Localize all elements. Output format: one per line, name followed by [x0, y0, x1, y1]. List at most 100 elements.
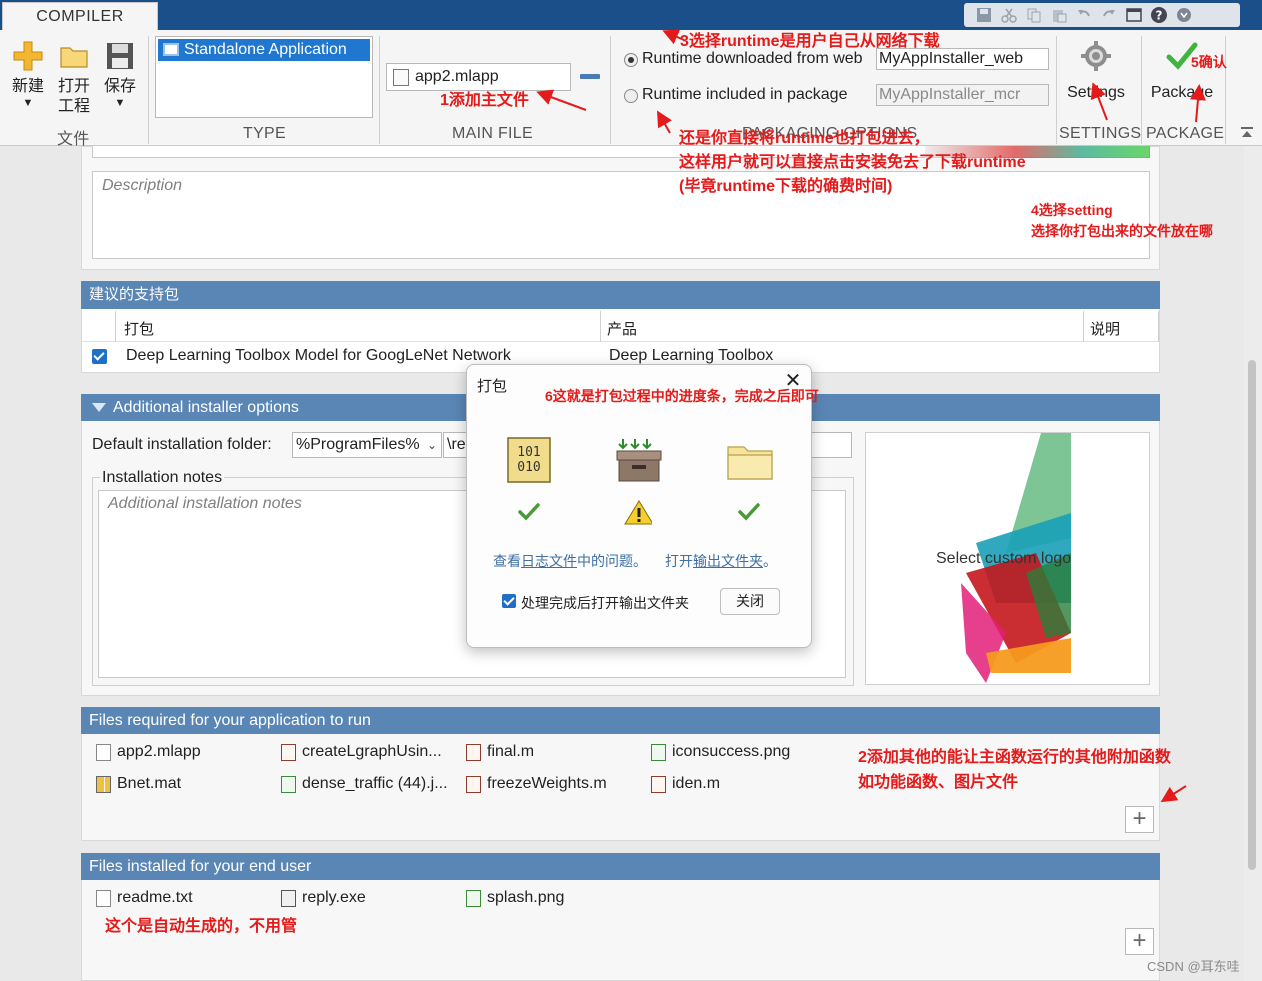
tab-compiler[interactable]: COMPILER	[2, 2, 158, 32]
image-file-icon	[651, 744, 666, 761]
file-item[interactable]: iden.m	[648, 774, 720, 794]
file-item[interactable]: iconsuccess.png	[648, 742, 790, 762]
save-label: 保存	[103, 78, 136, 95]
column-divider	[600, 311, 601, 342]
annotation-step6: 6这就是打包过程中的进度条，完成之后即可	[545, 388, 819, 404]
new-button[interactable]: 新建 ▼	[6, 40, 50, 109]
svg-text:101: 101	[517, 445, 540, 460]
save-button[interactable]: 保存 ▼	[98, 40, 142, 109]
success-check-icon	[518, 503, 540, 521]
runtime-web-radio[interactable]	[624, 53, 638, 67]
runtime-package-label: Runtime included in package	[642, 86, 848, 103]
divider	[1141, 36, 1142, 144]
annotation-step2-line1: 2添加其他的能让主函数运行的其他附加函数	[858, 749, 1171, 766]
dialog-title: 打包	[477, 378, 508, 395]
custom-logo-label: Select custom logo	[936, 550, 1072, 567]
help-icon[interactable]: ?	[1149, 5, 1169, 25]
plus-icon: +	[1132, 805, 1147, 832]
open-project-button[interactable]: 打开 工程	[52, 40, 96, 117]
installer-options-title: Additional installer options	[113, 399, 299, 416]
annotation-step4-line2: 选择你打包出来的文件放在哪	[1031, 223, 1213, 239]
script-file-icon	[466, 744, 481, 761]
packaging-progress-dialog: 打包 ✕ 101 010 查看日志文件中的问题。 打开输出文件夹。 处理完成后打…	[466, 364, 812, 648]
annotation-step5: 5确认	[1191, 54, 1227, 70]
column-divider	[1083, 311, 1084, 342]
image-file-icon	[281, 776, 296, 793]
mlapp-file-icon	[96, 744, 111, 761]
column-header-package[interactable]: 打包	[124, 318, 154, 339]
file-item[interactable]: reply.exe	[278, 888, 366, 908]
application-type-list[interactable]: Standalone Application	[155, 36, 373, 118]
mcr-installer-name-input[interactable]: MyAppInstaller_mcr	[876, 84, 1049, 106]
view-log-link[interactable]: 查看日志文件中的问题。	[493, 551, 647, 571]
expand-toolbar-icon[interactable]	[1174, 5, 1194, 25]
add-required-file-button[interactable]: +	[1125, 806, 1154, 833]
undo-icon[interactable]	[1074, 5, 1094, 25]
main-file-field[interactable]: app2.mlapp	[386, 63, 571, 91]
binary-compile-icon: 101 010	[507, 437, 551, 483]
ribbon: 新建 ▼ 打开 工程 保存 ▼ 文件 Standalone Applicatio…	[0, 30, 1262, 148]
save-icon[interactable]	[974, 5, 994, 25]
file-item[interactable]: splash.png	[463, 888, 564, 908]
paste-icon[interactable]	[1049, 5, 1069, 25]
support-package-product: Deep Learning Toolbox	[609, 347, 774, 364]
annotation-bundle-line1: 还是你直接将runtime也打包进去，	[679, 130, 930, 147]
output-folder-icon	[727, 446, 773, 480]
remove-main-file-button[interactable]	[580, 74, 600, 79]
description-field[interactable]: Description	[92, 171, 1150, 259]
function-file-icon	[281, 744, 296, 761]
open-folder-icon	[60, 47, 88, 68]
file-item[interactable]: app2.mlapp	[93, 742, 201, 762]
install-folder-select[interactable]: %ProgramFiles% ⌄	[292, 432, 442, 458]
column-header-product[interactable]: 产品	[607, 318, 637, 339]
open-folder-when-done-label: 处理完成后打开输出文件夹	[521, 595, 689, 611]
cut-icon[interactable]	[999, 5, 1019, 25]
file-item[interactable]: dense_traffic (44).j...	[278, 774, 448, 794]
annotation-bundle-line2: 这样用户就可以直接点击安装免去了下载runtime	[679, 154, 1026, 171]
settings-label: Settings	[1067, 84, 1125, 101]
runtime-package-radio[interactable]	[624, 89, 638, 103]
divider	[610, 36, 611, 144]
exe-file-icon	[281, 890, 296, 907]
divider	[379, 36, 380, 144]
annotation-step3: 3选择runtime是用户自己从网络下载	[680, 33, 940, 50]
file-item[interactable]: createLgraphUsin...	[278, 742, 442, 762]
switch-windows-icon[interactable]	[1124, 5, 1144, 25]
new-dropdown-icon[interactable]: ▼	[6, 97, 50, 109]
open-output-folder-link[interactable]: 打开输出文件夹。	[665, 551, 777, 571]
open-folder-when-done-checkbox[interactable]	[502, 594, 516, 608]
type-item-standalone[interactable]: Standalone Application	[158, 39, 370, 61]
type-section-label: TYPE	[243, 125, 286, 142]
add-installed-file-button[interactable]: +	[1125, 928, 1154, 955]
divider	[148, 36, 149, 144]
main-file-section-label: MAIN FILE	[452, 125, 533, 142]
save-disk-icon	[107, 43, 133, 69]
file-item[interactable]: final.m	[463, 742, 534, 762]
divider	[1056, 36, 1057, 144]
settings-button[interactable]: Settings	[1066, 40, 1126, 103]
column-divider	[115, 311, 116, 342]
support-package-checkbox[interactable]	[92, 349, 107, 364]
installation-notes-label: Installation notes	[100, 469, 225, 487]
save-dropdown-icon[interactable]: ▼	[98, 97, 142, 109]
install-folder-label: Default installation folder:	[92, 436, 272, 453]
install-folder-value: %ProgramFiles%	[296, 436, 420, 453]
new-icon	[13, 41, 43, 71]
svg-text:?: ?	[1156, 9, 1163, 23]
file-item[interactable]: Bnet.mat	[93, 774, 181, 794]
column-header-notes[interactable]: 说明	[1090, 318, 1120, 339]
support-packages-header: 建议的支持包	[81, 281, 1160, 309]
file-item[interactable]: readme.txt	[93, 888, 193, 908]
collapse-ribbon-icon[interactable]	[1240, 126, 1254, 138]
redo-icon[interactable]	[1099, 5, 1119, 25]
close-dialog-button[interactable]: 关闭	[720, 588, 780, 615]
files-required-header: Files required for your application to r…	[81, 707, 1160, 734]
text-file-icon	[96, 890, 111, 907]
copy-icon[interactable]	[1024, 5, 1044, 25]
custom-logo-area[interactable]: Select custom logo	[865, 432, 1150, 685]
scrollbar-thumb[interactable]	[1248, 360, 1256, 870]
success-check-icon	[738, 503, 760, 521]
file-item[interactable]: freezeWeights.m	[463, 774, 607, 794]
image-file-icon	[466, 890, 481, 907]
open-label-2: 工程	[57, 98, 90, 115]
